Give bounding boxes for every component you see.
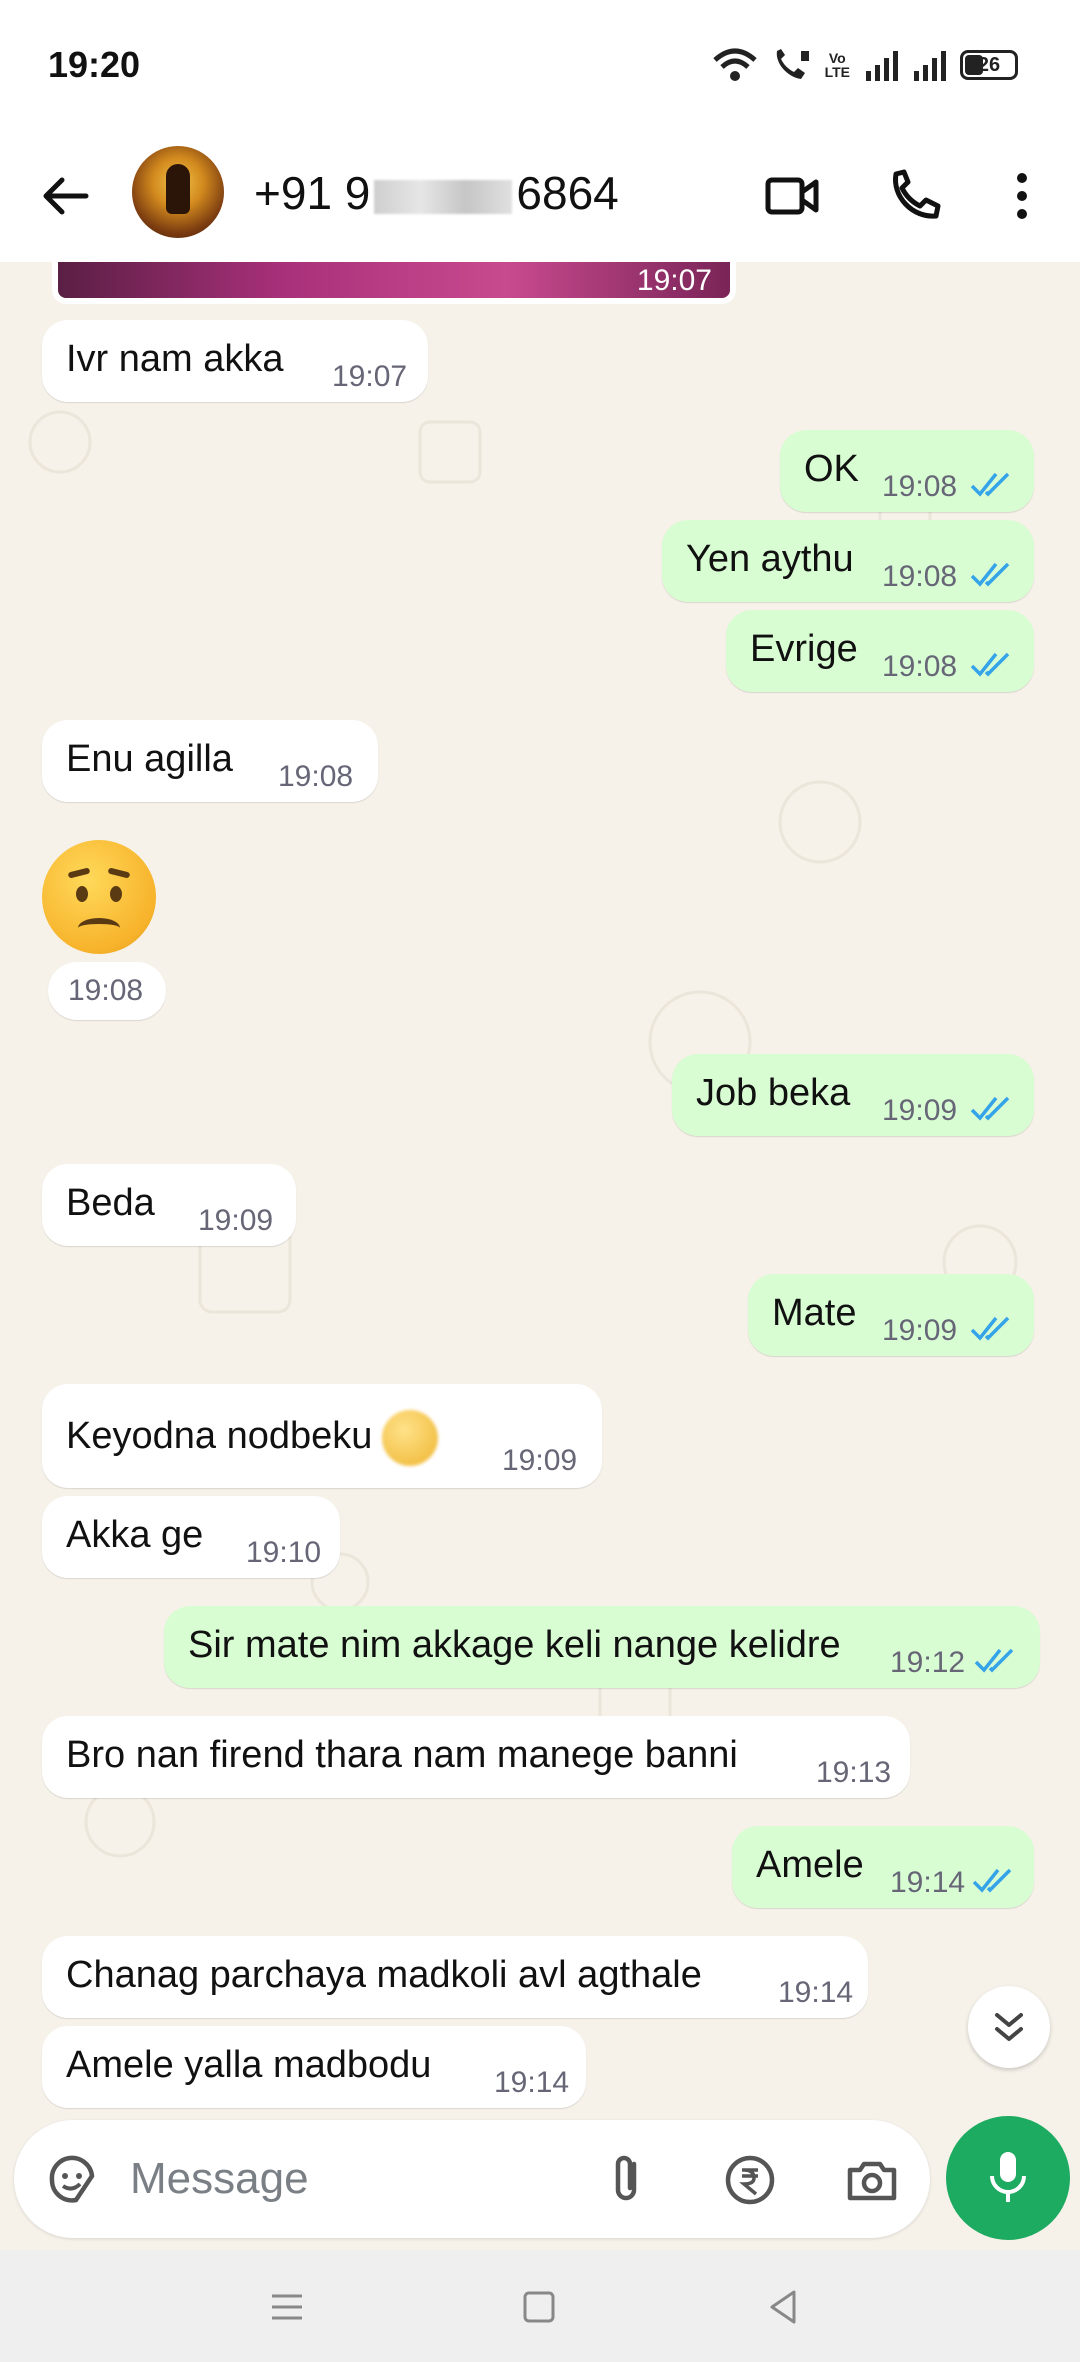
image-message[interactable]: 19:07 (52, 262, 736, 304)
message-bubble-outgoing[interactable]: Sir mate nim akkage keli nange kelidre 1… (164, 1606, 1040, 1688)
contact-name[interactable]: +91 9 6864 (254, 166, 619, 220)
voice-message-button[interactable] (946, 2116, 1070, 2240)
message-time: 19:07 (332, 360, 408, 393)
message-list[interactable]: 19:07 Ivr nam akka 19:07 OK 19:08 Yen ay… (0, 262, 1080, 2122)
message-time: 19:08 (882, 470, 958, 503)
image-time: 19:07 (636, 264, 712, 297)
worried-face-emoji[interactable] (42, 840, 156, 954)
message-bubble-incoming[interactable]: Ivr nam akka 19:07 (42, 320, 428, 402)
message-text: OK (804, 448, 859, 490)
mic-icon (990, 2152, 1026, 2202)
video-call-icon[interactable] (762, 166, 822, 226)
read-ticks-icon (970, 652, 1010, 677)
message-bubble-incoming[interactable]: Keyodna nodbeku 19:09 (42, 1384, 602, 1488)
message-time: 19:08 (68, 974, 144, 1007)
message-text: Mate (772, 1292, 857, 1334)
message-time: 19:08 (882, 650, 958, 683)
message-text: Akka ge (66, 1514, 204, 1556)
message-bubble-outgoing[interactable]: OK 19:08 (780, 430, 1034, 512)
message-text: Bro nan firend thara nam manege banni (66, 1734, 738, 1776)
read-ticks-icon (974, 1648, 1014, 1673)
message-bubble-outgoing[interactable]: Amele 19:14 (732, 1826, 1034, 1908)
message-time: 19:14 (494, 2066, 570, 2099)
chat-header: +91 9 6864 (0, 130, 1080, 262)
more-vert-icon[interactable] (992, 166, 1052, 226)
message-text: Sir mate nim akkage keli nange kelidre (188, 1624, 841, 1666)
message-bubble-incoming[interactable]: Beda 19:09 (42, 1164, 296, 1246)
volte-bottom: LTE (824, 64, 850, 80)
read-ticks-icon (970, 1316, 1010, 1341)
contact-avatar[interactable] (132, 146, 224, 238)
rupee-icon[interactable] (720, 2150, 780, 2210)
volte-indicator: Vo LTE (825, 51, 850, 79)
message-time: 19:09 (502, 1444, 578, 1477)
system-nav-bar (0, 2250, 1080, 2362)
message-text: Amele (756, 1844, 864, 1886)
signal-2-icon (914, 51, 946, 81)
read-ticks-icon (970, 562, 1010, 587)
message-text: Beda (66, 1182, 155, 1224)
message-time: 19:10 (246, 1536, 322, 1569)
signal-1-icon (866, 51, 898, 81)
message-bubble-incoming[interactable]: Bro nan firend thara nam manege banni 19… (42, 1716, 910, 1798)
message-bubble-incoming[interactable]: Chanag parchaya madkoli avl agthale 19:1… (42, 1936, 868, 2018)
message-text: Keyodna nodbeku (66, 1410, 439, 1466)
contact-prefix: +91 9 (254, 167, 371, 219)
battery-level: 26 (977, 53, 1001, 76)
back-triangle-icon[interactable] (760, 2284, 806, 2330)
message-time: 19:09 (882, 1094, 958, 1127)
attach-icon[interactable] (596, 2150, 656, 2210)
blurred-emoji (382, 1410, 439, 1466)
scroll-down-icon (995, 2013, 1023, 2041)
scroll-to-bottom-button[interactable] (968, 1986, 1050, 2068)
message-text: Enu agilla (66, 738, 233, 780)
back-arrow-icon[interactable] (36, 166, 96, 226)
message-time: 19:14 (890, 1866, 966, 1899)
camera-icon[interactable] (842, 2150, 902, 2210)
recents-menu-icon[interactable] (264, 2284, 310, 2330)
message-time: 19:08 (882, 560, 958, 593)
message-time: 19:09 (198, 1204, 274, 1237)
message-bubble-outgoing[interactable]: Job beka 19:09 (672, 1054, 1034, 1136)
status-time: 19:20 (48, 44, 141, 85)
message-time: 19:13 (816, 1756, 892, 1789)
message-text-content: Keyodna nodbeku (66, 1415, 373, 1458)
wifi-call-icon (776, 49, 809, 79)
sticker-icon[interactable] (42, 2150, 102, 2210)
message-composer (14, 2120, 930, 2238)
message-text: Yen aythu (686, 538, 854, 580)
message-bubble-incoming[interactable]: Akka ge 19:10 (42, 1496, 340, 1578)
volte-top: Vo (828, 50, 846, 66)
wifi-icon (712, 48, 757, 81)
message-time: 19:14 (778, 1976, 854, 2009)
message-time: 19:09 (882, 1314, 958, 1347)
message-bubble-incoming[interactable]: Enu agilla 19:08 (42, 720, 378, 802)
read-ticks-icon (972, 1868, 1012, 1893)
message-bubble-outgoing[interactable]: Yen aythu 19:08 (662, 520, 1034, 602)
message-bubble-outgoing[interactable]: Mate 19:09 (748, 1274, 1034, 1356)
read-ticks-icon (970, 472, 1010, 497)
message-time: 19:12 (890, 1646, 966, 1679)
message-text: Chanag parchaya madkoli avl agthale (66, 1954, 702, 1996)
emoji-time-badge: 19:08 (48, 962, 166, 1020)
read-ticks-icon (970, 1096, 1010, 1121)
message-text: Job beka (696, 1072, 851, 1114)
message-text: Evrige (750, 628, 858, 670)
message-bubble-outgoing[interactable]: Evrige 19:08 (726, 610, 1034, 692)
message-text: Amele yalla madbodu (66, 2044, 432, 2086)
message-input[interactable] (130, 2148, 570, 2210)
message-text: Ivr nam akka (66, 338, 284, 380)
message-bubble-incoming[interactable]: Amele yalla madbodu 19:14 (42, 2026, 586, 2108)
redacted-number (374, 179, 513, 214)
battery-icon: 26 (960, 50, 1018, 80)
status-icons: Vo LTE 26 (712, 44, 1018, 86)
contact-suffix: 6864 (516, 167, 619, 219)
home-icon[interactable] (516, 2284, 562, 2330)
status-bar: 19:20 Vo LTE 26 (0, 0, 1080, 130)
message-time: 19:08 (278, 760, 354, 793)
phone-icon[interactable] (884, 166, 944, 226)
